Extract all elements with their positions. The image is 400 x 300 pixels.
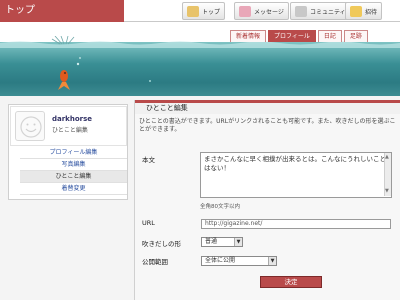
body-hint: 全角80文字以内 — [200, 204, 240, 210]
profile-panel: darkhorse ひとこと編集 プロフィール編集 写真編集 ひとこと編集 着替… — [8, 104, 128, 200]
splash-icon — [51, 36, 75, 45]
tab-footprints[interactable]: 足跡 — [343, 30, 368, 42]
edit-heading: ひとこと編集 — [135, 100, 400, 114]
nav-message-button[interactable]: メッセージ — [234, 2, 289, 20]
url-label: URL — [142, 219, 155, 227]
scope-select-value: 全体に公開 — [205, 257, 236, 264]
menu-item-profile-edit[interactable]: プロフィール編集 — [20, 147, 127, 159]
menu-item-status-edit[interactable]: ひとこと編集 — [20, 171, 127, 183]
submit-button[interactable]: 決定 — [260, 276, 322, 288]
home-icon — [187, 5, 199, 17]
body-textarea[interactable]: まさかこんなに早く相撲が出来るとは。こんなにうれしいことはない！ — [200, 152, 392, 198]
mail-icon — [239, 5, 251, 17]
bubble-select-value: 普通 — [205, 238, 218, 245]
community-icon — [295, 5, 307, 17]
chevron-down-icon: ▼ — [234, 238, 242, 246]
smiley-icon — [20, 116, 42, 138]
goldfish-icon — [58, 70, 70, 90]
nav-top-button[interactable]: トップ — [182, 2, 226, 20]
menu-item-photo-edit[interactable]: 写真編集 — [20, 159, 127, 171]
user-subtitle: ひとこと編集 — [52, 127, 88, 134]
tab-profile[interactable]: プロフィール — [268, 30, 316, 42]
chevron-down-icon: ▼ — [268, 257, 276, 265]
nav-community-label: コミュニティ — [310, 8, 346, 16]
edit-description: ひとことの書込ができます。URLがリンクされることも可能です。また、吹きだしの形… — [139, 118, 396, 133]
url-input[interactable]: http://gigazine.net/ — [201, 219, 391, 229]
tab-news[interactable]: 新着情報 — [230, 30, 267, 42]
bubble-label: 吹きだしの形 — [142, 240, 181, 248]
nav-invite-button[interactable]: 招待 — [345, 2, 383, 20]
avatar — [15, 111, 45, 141]
bubble-select[interactable]: 普通 ▼ — [201, 237, 243, 247]
top-nav-bar: トップ トップ メッセージ コミュニティ 招待 — [0, 0, 400, 22]
profile-menu: プロフィール編集 写真編集 ひとこと編集 着替変更 — [20, 147, 127, 195]
username: darkhorse — [52, 115, 93, 123]
nav-top-label: トップ — [202, 8, 221, 16]
water-illustration — [0, 36, 400, 90]
edit-panel: ひとこと編集 ひとことの書込ができます。URLがリンクされることも可能です。また… — [134, 100, 400, 300]
page-title: トップ — [0, 0, 124, 22]
menu-item-dressup[interactable]: 着替変更 — [20, 183, 127, 195]
invite-icon — [350, 5, 362, 17]
profile-tabs: 新着情報 プロフィール 日記 足跡 — [230, 30, 368, 42]
nav-community-button[interactable]: コミュニティ — [290, 2, 351, 20]
profile-summary: darkhorse ひとこと編集 — [10, 106, 127, 146]
scope-select[interactable]: 全体に公開 ▼ — [201, 256, 277, 266]
nav-message-label: メッセージ — [254, 8, 284, 16]
body-text: まさかこんなに早く相撲が出来るとは。こんなにうれしいことはない！ — [204, 155, 386, 172]
tab-diary[interactable]: 日記 — [317, 30, 342, 42]
body-label: 本文 — [142, 156, 155, 164]
textarea-scrollbar[interactable] — [384, 153, 391, 196]
scope-label: 公開範囲 — [142, 258, 168, 266]
nav-invite-label: 招待 — [365, 8, 378, 16]
